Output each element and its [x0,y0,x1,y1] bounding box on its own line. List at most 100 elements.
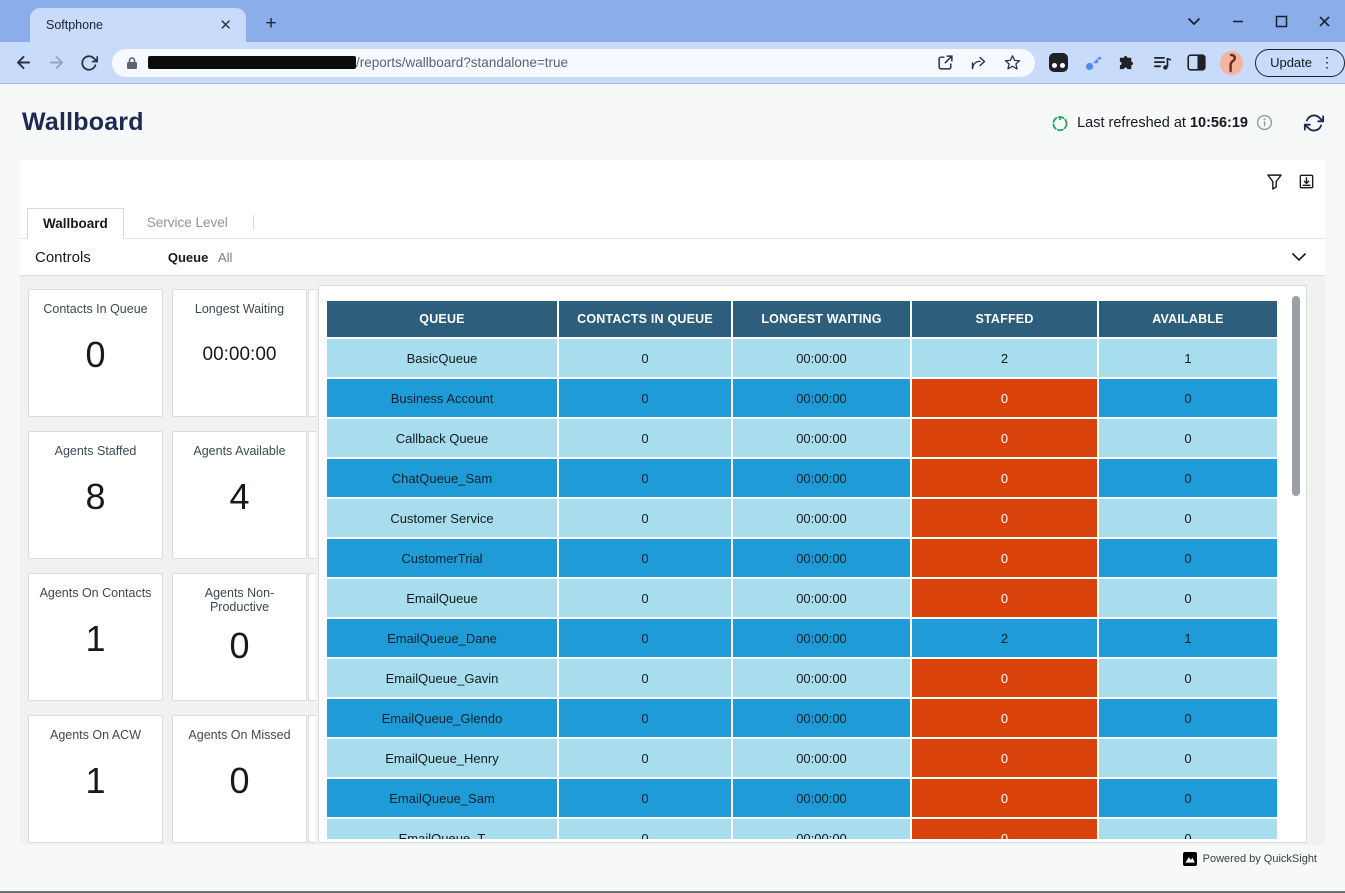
contacts-cell: 0 [559,419,731,457]
queue-name-cell: Customer Service [327,499,557,537]
queue-table-body: BasicQueue000:00:0021Business Account000… [327,339,1277,839]
new-tab-button[interactable]: + [258,11,284,37]
staffed-cell: 0 [912,739,1097,777]
key-icon[interactable] [1083,53,1103,73]
queue-name-cell: EmailQueue_T [327,819,557,839]
staffed-cell: 0 [912,459,1097,497]
kpi-card-clipped [308,289,316,417]
longest-waiting-cell: 00:00:00 [733,779,910,817]
url-bar-actions [937,54,1021,71]
queue-name-cell: ChatQueue_Sam [327,459,557,497]
queue-table-panel: QUEUECONTACTS IN QUEUELONGEST WAITINGSTA… [318,285,1307,843]
available-cell: 0 [1099,819,1277,839]
queue-row: Customer Service000:00:0000 [327,499,1277,537]
queue-table-header-row: QUEUECONTACTS IN QUEUELONGEST WAITINGSTA… [327,301,1277,337]
extension-dots-icon[interactable] [1049,53,1068,72]
available-cell: 0 [1099,659,1277,697]
kpi-value: 4 [229,458,249,536]
playlist-icon[interactable] [1152,54,1172,72]
kpi-label: Agents Available [189,444,289,458]
available-cell: 0 [1099,579,1277,617]
kpi-card: Agents On Missed0 [172,715,307,843]
url-bar[interactable]: /reports/wallboard?standalone=true [112,49,1035,77]
kpi-grid: Contacts In Queue0Longest Waiting00:00:0… [28,289,308,843]
tab-wallboard[interactable]: Wallboard [27,208,124,239]
queue-table-column-header: CONTACTS IN QUEUE [559,301,731,337]
kpi-card-clipped [308,431,316,559]
tab-divider [253,215,254,230]
puzzle-extensions-icon[interactable] [1118,53,1137,72]
kpi-card: Agents Available4 [172,431,307,559]
collapse-controls-chevron-icon[interactable] [1291,252,1307,262]
sheet-tabs: Wallboard Service Level [20,208,1325,239]
forward-icon[interactable] [47,53,66,72]
share-icon[interactable] [970,54,988,71]
refresh-button[interactable] [1303,113,1325,133]
redacted-url-domain [148,56,356,69]
kpi-value: 0 [229,742,249,820]
kpi-value: 0 [85,316,105,394]
bookmark-star-icon[interactable] [1004,54,1021,71]
page-title: Wallboard [22,108,144,137]
kpi-value: 0 [229,614,249,678]
staffed-cell: 2 [912,619,1097,657]
staffed-cell: 2 [912,339,1097,377]
kpi-label: Agents Non-Productive [173,586,306,614]
tab-close-icon[interactable]: ✕ [215,16,236,34]
queue-row: BasicQueue000:00:0021 [327,339,1277,377]
queue-filter[interactable]: Queue All [168,250,233,265]
longest-waiting-cell: 00:00:00 [733,739,910,777]
panel-toolbar [1266,173,1315,190]
refresh-status: Last refreshed at 10:56:19 [1051,113,1325,133]
queue-name-cell: CustomerTrial [327,539,557,577]
browser-menu-kebab-icon[interactable]: ⋮ [1320,54,1334,71]
staffed-cell: 0 [912,379,1097,417]
queue-name-cell: EmailQueue_Glendo [327,699,557,737]
dashboard-panel: Wallboard Service Level Controls Queue A… [20,160,1325,845]
quicksight-footer: Powered by QuickSight [1183,852,1317,866]
minimize-icon[interactable] [1231,14,1245,28]
staffed-cell: 0 [912,699,1097,737]
maximize-icon[interactable] [1275,15,1288,28]
export-icon[interactable] [1298,173,1315,190]
queue-row: EmailQueue_Gavin000:00:0000 [327,659,1277,697]
queue-filter-value: All [218,250,232,265]
longest-waiting-cell: 00:00:00 [733,699,910,737]
longest-waiting-cell: 00:00:00 [733,419,910,457]
longest-waiting-cell: 00:00:00 [733,339,910,377]
browser-tab-softphone[interactable]: Softphone ✕ [30,8,246,42]
filter-icon[interactable] [1266,173,1283,190]
close-window-icon[interactable] [1318,15,1331,28]
kpi-value: 1 [85,600,105,678]
profile-avatar[interactable] [1220,51,1244,75]
open-in-new-icon[interactable] [937,54,954,71]
queue-name-cell: EmailQueue_Henry [327,739,557,777]
last-refreshed-label: Last refreshed at 10:56:19 [1077,115,1248,131]
last-refreshed-time: 10:56:19 [1190,115,1248,131]
info-icon[interactable] [1256,114,1273,131]
timer-icon [1051,114,1069,132]
kpi-card: Agents On ACW1 [28,715,163,843]
controls-row: Controls Queue All [20,239,1325,276]
reload-icon[interactable] [80,54,98,72]
table-scrollbar-thumb[interactable] [1292,296,1300,496]
longest-waiting-cell: 00:00:00 [733,579,910,617]
side-panel-icon[interactable] [1187,54,1206,71]
queue-table-column-header: QUEUE [327,301,557,337]
browser-window: Softphone ✕ + /reports/wallboard?standal… [0,0,1345,893]
queue-table-wrap: QUEUECONTACTS IN QUEUELONGEST WAITINGSTA… [325,299,1306,839]
kpi-card: Longest Waiting00:00:00 [172,289,307,417]
queue-name-cell: EmailQueue_Gavin [327,659,557,697]
kpi-label: Longest Waiting [191,302,288,316]
available-cell: 0 [1099,539,1277,577]
back-icon[interactable] [14,53,33,72]
update-button[interactable]: Update ⋮ [1255,49,1345,77]
tab-service-level[interactable]: Service Level [132,207,243,238]
available-cell: 0 [1099,739,1277,777]
staffed-cell: 0 [912,819,1097,839]
tab-search-chevron-icon[interactable] [1187,17,1201,26]
queue-name-cell: Business Account [327,379,557,417]
queue-row: CustomerTrial000:00:0000 [327,539,1277,577]
contacts-cell: 0 [559,779,731,817]
queue-row: ChatQueue_Sam000:00:0000 [327,459,1277,497]
